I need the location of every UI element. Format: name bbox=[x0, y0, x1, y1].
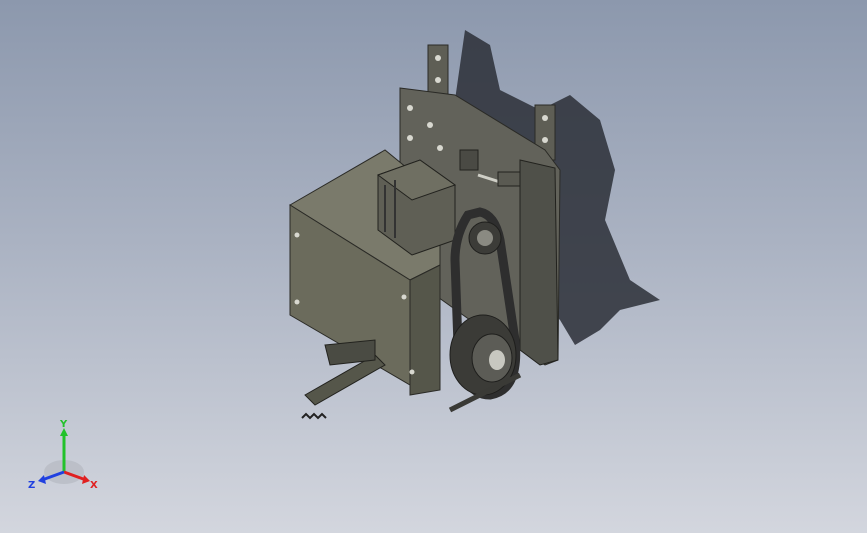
z-axis-label: Z bbox=[28, 480, 35, 491]
spring bbox=[301, 412, 327, 420]
slide-column bbox=[519, 159, 559, 366]
x-axis-label: X bbox=[90, 480, 98, 491]
x-axis-arrow bbox=[82, 475, 90, 484]
housing-right-face bbox=[409, 264, 441, 396]
y-axis-label: Y bbox=[59, 419, 68, 430]
orientation-triad[interactable]: Y X Z bbox=[24, 418, 104, 494]
upper-pulley bbox=[468, 221, 502, 255]
cad-viewport[interactable]: Y X Z bbox=[0, 0, 867, 533]
cad-model[interactable] bbox=[0, 0, 867, 533]
z-axis-arrow bbox=[38, 475, 46, 484]
bottom-linear-rail bbox=[304, 339, 386, 406]
